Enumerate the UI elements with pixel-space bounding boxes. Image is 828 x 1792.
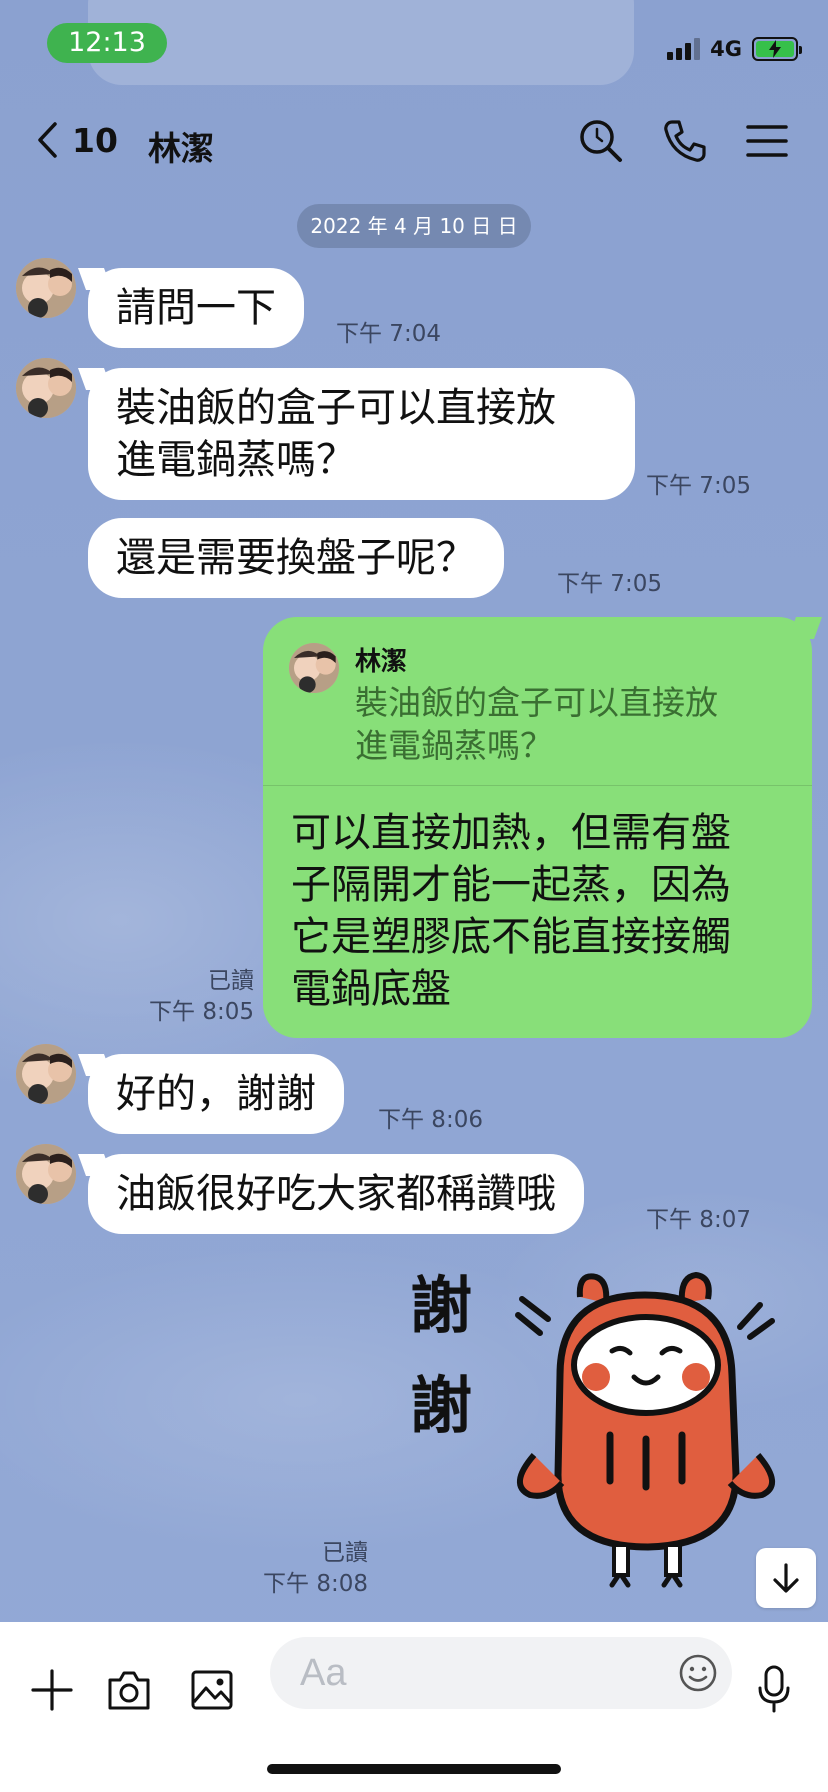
sticker-word: 謝 xyxy=(410,1269,473,1342)
unread-count: 10 xyxy=(72,120,118,160)
back-chevron-icon xyxy=(38,122,57,158)
home-indicator[interactable] xyxy=(267,1764,561,1774)
quote-sender-name: 林潔 xyxy=(355,647,408,677)
message-bubble[interactable]: 請問一下 xyxy=(88,268,304,348)
message-text: 油飯很好吃大家都稱讚哦 xyxy=(116,1171,556,1217)
battery-icon xyxy=(752,37,802,61)
chat-header: 10 林潔 xyxy=(0,100,828,180)
message-bubble[interactable]: 裝油飯的盒子可以直接放 進電鍋蒸嗎？ xyxy=(88,368,635,500)
message-time: 下午 7:05 xyxy=(646,473,751,499)
message-text: 請問一下 xyxy=(116,285,276,331)
message-text-line: 裝油飯的盒子可以直接放 xyxy=(116,385,556,431)
message-input[interactable] xyxy=(300,1637,660,1709)
chat-title: 林潔 xyxy=(148,129,214,168)
reply-text-line: 它是塑膠底不能直接接觸 xyxy=(291,914,731,960)
phone-icon[interactable] xyxy=(662,118,708,164)
message-input-field[interactable] xyxy=(270,1637,732,1709)
emoji-icon[interactable] xyxy=(678,1653,718,1693)
sticker-word: 謝 xyxy=(410,1369,473,1442)
read-receipt: 已讀 下午 8:05 xyxy=(120,966,254,1028)
read-receipt: 已讀 下午 8:08 xyxy=(230,1538,368,1600)
read-label: 已讀 xyxy=(322,1540,368,1566)
reply-text: 可以直接加熱，但需有盤 子隔開才能一起蒸，因為 它是塑膠底不能直接接觸 電鍋底盤 xyxy=(291,807,791,1015)
scroll-to-bottom-button[interactable] xyxy=(756,1548,816,1608)
quote-divider xyxy=(263,785,812,786)
image-icon[interactable] xyxy=(190,1668,234,1712)
plus-icon[interactable] xyxy=(30,1668,74,1712)
message-bubble[interactable]: 好的，謝謝 xyxy=(88,1054,344,1134)
message-time: 下午 8:05 xyxy=(149,999,254,1025)
message-text: 好的，謝謝 xyxy=(116,1071,316,1117)
network-type: 4G xyxy=(710,37,742,61)
sent-reply-bubble[interactable]: 林潔 裝油飯的盒子可以直接放 進電鍋蒸嗎？ 可以直接加熱，但需有盤 子隔開才能一… xyxy=(263,617,812,1038)
avatar[interactable] xyxy=(16,1144,76,1204)
message-time: 下午 7:04 xyxy=(336,321,441,347)
back-button[interactable]: 10 xyxy=(34,120,118,160)
date-separator: 2022 年 4 月 10 日 日 xyxy=(297,204,531,248)
message-text: 還是需要換盤子呢？ xyxy=(116,535,476,581)
reply-text-line: 子隔開才能一起蒸，因為 xyxy=(291,862,731,908)
message-bubble[interactable]: 還是需要換盤子呢？ xyxy=(88,518,504,598)
status-indicators: 4G xyxy=(667,34,802,64)
reply-text-line: 電鍋底盤 xyxy=(291,966,451,1012)
avatar[interactable] xyxy=(16,1044,76,1104)
message-time: 下午 8:07 xyxy=(646,1207,751,1233)
camera-icon[interactable] xyxy=(106,1668,152,1712)
signal-icon xyxy=(667,38,701,60)
search-icon[interactable] xyxy=(578,118,624,164)
thank-you-sticker[interactable]: 謝 謝 xyxy=(400,1255,800,1595)
microphone-icon[interactable] xyxy=(756,1664,792,1714)
read-label: 已讀 xyxy=(208,968,254,994)
owl-character-icon xyxy=(515,1271,775,1588)
quote-text-line: 進電鍋蒸嗎？ xyxy=(355,726,553,765)
message-time: 下午 8:06 xyxy=(378,1107,483,1133)
avatar[interactable] xyxy=(16,258,76,318)
message-bubble[interactable]: 油飯很好吃大家都稱讚哦 xyxy=(88,1154,584,1234)
avatar[interactable] xyxy=(16,358,76,418)
message-time: 下午 7:05 xyxy=(557,571,662,597)
reply-text-line: 可以直接加熱，但需有盤 xyxy=(291,810,731,856)
quoted-message[interactable]: 裝油飯的盒子可以直接放 進電鍋蒸嗎？ xyxy=(355,681,785,767)
arrow-down-icon xyxy=(773,1563,799,1593)
menu-icon[interactable] xyxy=(744,118,790,164)
scrolled-message-ghost xyxy=(88,0,634,85)
quote-text-line: 裝油飯的盒子可以直接放 xyxy=(355,683,718,722)
message-time: 下午 8:08 xyxy=(263,1571,368,1597)
status-time: 12:13 xyxy=(47,23,167,63)
message-text-line: 進電鍋蒸嗎？ xyxy=(116,437,356,483)
quote-avatar xyxy=(289,643,339,693)
